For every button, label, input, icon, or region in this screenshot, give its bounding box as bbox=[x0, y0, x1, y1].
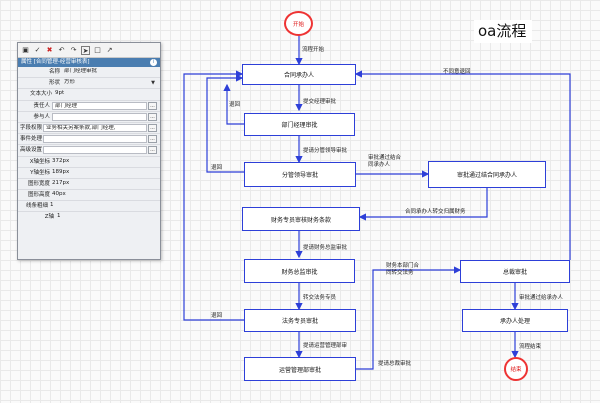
delete-icon[interactable]: ✖ bbox=[45, 46, 54, 55]
end-node[interactable]: 结束 bbox=[504, 357, 528, 381]
label-back3: 退回 bbox=[211, 313, 223, 319]
label-to-ceo: 提请总裁审批 bbox=[378, 361, 412, 367]
participant-picker-button[interactable]: ... bbox=[148, 112, 157, 121]
node-contract-handler[interactable]: 合同承办人 bbox=[242, 64, 356, 85]
field-permission-label: 字段权限 bbox=[20, 124, 43, 131]
label-to-cfo: 提请财务总监审批 bbox=[303, 245, 348, 251]
font-size-field[interactable]: 9pt bbox=[53, 90, 156, 98]
label-to-legal: 转交法务专员 bbox=[303, 295, 337, 301]
name-field[interactable]: 部门经理审批 bbox=[62, 68, 156, 76]
redo-icon[interactable]: ↷ bbox=[69, 46, 78, 55]
responsible-picker-button[interactable]: ... bbox=[148, 101, 157, 110]
border-label: 线条粗细 bbox=[25, 203, 48, 210]
z-label: Z轴 bbox=[44, 214, 54, 221]
row-advanced: 高级设置 ... bbox=[18, 145, 160, 157]
width-label: 图形宽度 bbox=[27, 180, 50, 187]
label-back-top: 不同意退回 bbox=[443, 69, 471, 75]
font-size-label: 文本大小 bbox=[29, 91, 52, 98]
label-to-leader: 提请分管领导审批 bbox=[303, 148, 348, 154]
properties-panel: ▣ ✓ ✖ ↶ ↷ ➤ □ ↗ 属性 [合同管理-经营审核表] i 名称 部门经… bbox=[17, 42, 161, 260]
edge-n3-n1-back bbox=[206, 74, 244, 173]
y-field[interactable]: 189px bbox=[50, 169, 156, 177]
row-participant: 参与人 ... bbox=[18, 112, 160, 123]
label-to-manager: 提交经理审批 bbox=[303, 99, 337, 105]
node-handler-process[interactable]: 承办人处理 bbox=[462, 309, 568, 332]
label-to-ops: 提请运营管理部审 bbox=[303, 343, 348, 349]
row-z: Z轴 1 bbox=[18, 212, 160, 222]
chevron-down-icon[interactable]: ▼ bbox=[151, 78, 155, 88]
row-width: 图形宽度 217px bbox=[18, 179, 160, 191]
node-approved-return[interactable]: 审批通过结合同承办人 bbox=[428, 161, 546, 188]
z-field[interactable]: 1 bbox=[55, 213, 155, 221]
pointer-icon[interactable]: ➤ bbox=[81, 45, 90, 55]
edge-n7-n1-back bbox=[183, 70, 244, 321]
row-field-permission: 字段权限 业务相关另案条款,部门经理, ... bbox=[18, 123, 160, 135]
row-font-size: 文本大小 9pt bbox=[18, 89, 160, 101]
rectangle-icon[interactable]: □ bbox=[93, 46, 102, 55]
x-field[interactable]: 372px bbox=[50, 158, 156, 166]
edge-n8-n9 bbox=[356, 266, 462, 370]
y-label: Y轴坐标 bbox=[30, 169, 50, 176]
row-height: 图形高度 40px bbox=[18, 190, 160, 202]
save-icon[interactable]: ▣ bbox=[21, 46, 30, 55]
info-icon[interactable]: i bbox=[150, 59, 157, 66]
label-ceo-pass: 审批通过给承办人 bbox=[519, 295, 564, 301]
node-ops-dept[interactable]: 运营管理部审批 bbox=[244, 357, 356, 381]
node-division-leader[interactable]: 分管领导审批 bbox=[244, 162, 356, 187]
event-picker-button[interactable]: ... bbox=[148, 135, 157, 144]
row-responsible: 责任人 部门经理 ... bbox=[18, 101, 160, 112]
diagram-title: oa流程 bbox=[474, 20, 533, 43]
undo-icon[interactable]: ↶ bbox=[57, 46, 66, 55]
shape-label: 形状 bbox=[48, 80, 60, 87]
field-permission-picker-button[interactable]: ... bbox=[148, 123, 157, 132]
label-cross: 财务本部门合同转交法务 bbox=[386, 263, 420, 276]
x-label: X轴坐标 bbox=[29, 158, 50, 165]
responsible-field[interactable]: 部门经理 bbox=[52, 101, 147, 110]
height-field[interactable]: 40px bbox=[50, 191, 156, 199]
line-icon[interactable]: ↗ bbox=[105, 46, 114, 55]
node-dept-manager[interactable]: 部门经理审批 bbox=[244, 113, 355, 136]
responsible-label: 责任人 bbox=[33, 102, 50, 109]
node-finance-clerk[interactable]: 财务专员审核财务条款 bbox=[242, 207, 360, 231]
node-cfo[interactable]: 财务总监审批 bbox=[244, 259, 355, 283]
event-field[interactable] bbox=[43, 135, 147, 144]
node-legal-clerk[interactable]: 法务专员审批 bbox=[244, 309, 356, 332]
shape-select[interactable]: 方形 bbox=[62, 79, 156, 87]
label-back2: 退回 bbox=[211, 165, 223, 171]
border-field[interactable]: 1 bbox=[48, 202, 156, 210]
row-name: 名称 部门经理审批 bbox=[18, 67, 160, 79]
row-y: Y轴坐标 189px bbox=[18, 168, 160, 179]
row-x: X轴坐标 372px bbox=[18, 157, 160, 168]
check-icon[interactable]: ✓ bbox=[33, 46, 42, 55]
row-event: 事件处理 ... bbox=[18, 134, 160, 146]
panel-header-text: 属性 [合同管理-经营审核表] bbox=[21, 59, 90, 65]
field-permission-field[interactable]: 业务相关另案条款,部门经理, bbox=[43, 123, 147, 132]
width-field[interactable]: 217px bbox=[50, 180, 156, 188]
start-node[interactable]: 开始 bbox=[284, 11, 313, 36]
height-label: 图形高度 bbox=[27, 192, 50, 199]
row-border: 线条粗细 1 bbox=[18, 201, 160, 213]
label-pass: 审批通过结合同承办人 bbox=[368, 155, 402, 168]
label-contractor: 合同承办人转交归属财务 bbox=[405, 209, 466, 215]
label-back1: 退回 bbox=[229, 102, 241, 108]
name-label: 名称 bbox=[48, 69, 60, 75]
node-ceo[interactable]: 总裁审批 bbox=[460, 260, 570, 283]
panel-toolbar: ▣ ✓ ✖ ↶ ↷ ➤ □ ↗ bbox=[18, 43, 160, 58]
participant-label: 参与人 bbox=[33, 113, 50, 120]
row-shape: 形状 方形 ▼ bbox=[18, 78, 160, 90]
label-start: 流程开始 bbox=[302, 47, 325, 53]
label-end: 流程结束 bbox=[519, 344, 542, 350]
participant-field[interactable] bbox=[52, 112, 147, 121]
advanced-label: 高级设置 bbox=[20, 147, 43, 154]
advanced-picker-button[interactable]: ... bbox=[148, 146, 157, 155]
event-label: 事件处理 bbox=[20, 136, 43, 143]
panel-header: 属性 [合同管理-经营审核表] i bbox=[18, 58, 160, 67]
advanced-field[interactable] bbox=[43, 146, 147, 155]
